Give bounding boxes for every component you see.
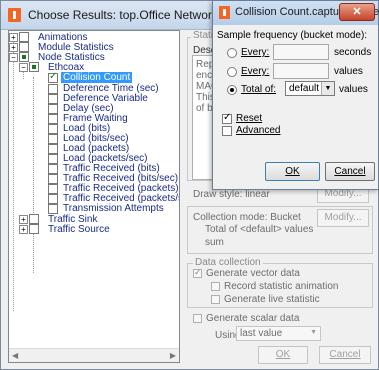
dialog-title-bar[interactable]: Collision Count.capture mode ✕ xyxy=(213,1,379,25)
statistics-tree[interactable]: + Animations + Module Statistics − Node … xyxy=(8,30,180,363)
checkbox-traffic-received-packets[interactable] xyxy=(48,184,58,194)
data-collection-title: Data collection xyxy=(193,257,263,268)
record-animation-label: Record statistic animation xyxy=(224,281,339,292)
dialog-ok-button[interactable]: OK xyxy=(265,162,320,181)
every-seconds-radio[interactable] xyxy=(227,48,237,58)
checkbox-collision-count[interactable] xyxy=(48,71,58,83)
checkbox-traffic-received-bits[interactable] xyxy=(48,164,58,174)
generate-scalar-checkbox[interactable] xyxy=(193,314,202,323)
tree-guide-line xyxy=(33,77,34,273)
checkbox-animations[interactable] xyxy=(19,32,29,42)
every-values-label: Every: xyxy=(241,66,270,77)
scroll-right-icon[interactable]: ▶ xyxy=(170,351,176,360)
every-seconds-input[interactable] xyxy=(273,44,329,60)
expand-toggle-traffic-source[interactable]: + xyxy=(19,225,28,234)
expand-toggle-animations[interactable]: + xyxy=(9,33,18,42)
sample-frequency-label: Sample frequency (bucket mode): xyxy=(217,30,368,41)
checkbox-ethcoax[interactable] xyxy=(29,62,39,72)
checkbox-load-packets-sec[interactable] xyxy=(48,154,58,164)
tree-horizontal-scrollbar[interactable]: ◀ ▶ xyxy=(9,348,179,362)
checkbox-node-statistics[interactable] xyxy=(19,52,29,62)
checkbox-traffic-received-packets-sec[interactable] xyxy=(48,194,58,204)
checkbox-load-packets[interactable] xyxy=(48,144,58,154)
using-select-value: last value xyxy=(240,328,283,339)
checkbox-load-bits-sec[interactable] xyxy=(48,134,58,144)
close-button[interactable]: ✕ xyxy=(339,3,375,21)
checkbox-traffic-sink[interactable] xyxy=(29,214,39,224)
checkbox-deference-variable[interactable] xyxy=(48,94,58,104)
reset-checkbox[interactable] xyxy=(222,112,232,124)
seconds-unit-label: seconds xyxy=(334,47,372,58)
app-icon xyxy=(219,6,230,19)
close-icon: ✕ xyxy=(352,6,362,18)
total-of-radio[interactable] xyxy=(227,85,237,95)
collapse-toggle-node-statistics[interactable]: − xyxy=(9,53,18,62)
using-select[interactable]: last value ▼ xyxy=(236,326,321,341)
collection-mode-modify-button[interactable]: Modify... xyxy=(317,209,369,227)
dialog-cancel-button[interactable]: Cancel xyxy=(325,162,375,181)
collection-mode-detail: Total of <default> values xyxy=(205,224,314,235)
collection-mode-text: Collection mode: Bucket xyxy=(193,212,301,223)
reset-label: Reset xyxy=(236,113,263,124)
checkbox-frame-waiting[interactable] xyxy=(48,114,58,124)
generate-vector-label: Generate vector data xyxy=(206,268,300,279)
total-of-select[interactable]: default ▼ xyxy=(285,81,335,96)
draw-style-text: Draw style: linear xyxy=(193,189,270,200)
checkbox-transmission-attempts[interactable] xyxy=(48,204,58,214)
total-of-label: Total of: xyxy=(241,84,277,95)
expand-toggle-traffic-sink[interactable]: + xyxy=(19,215,28,224)
main-ok-button[interactable]: OK xyxy=(258,346,308,364)
checkbox-traffic-received-bits-sec[interactable] xyxy=(48,174,58,184)
checkbox-deference-time[interactable] xyxy=(48,84,58,94)
scroll-left-icon[interactable]: ◀ xyxy=(12,351,18,360)
collection-mode-sum: sum xyxy=(205,237,224,248)
tree-item-collision-count[interactable]: Collision Count xyxy=(61,72,133,83)
record-animation-checkbox[interactable] xyxy=(211,282,220,291)
tree-item-traffic-source[interactable]: Traffic Source xyxy=(48,224,110,235)
app-icon xyxy=(8,8,21,22)
every-seconds-label: Every: xyxy=(241,47,270,58)
expand-toggle-module-statistics[interactable]: + xyxy=(9,43,18,52)
total-values-unit-label: values xyxy=(339,84,368,95)
checkbox-traffic-source[interactable] xyxy=(29,224,39,234)
collapse-toggle-ethcoax[interactable]: − xyxy=(19,63,28,72)
every-values-input[interactable] xyxy=(273,63,329,79)
values-unit-label: values xyxy=(334,66,363,77)
checkbox-delay[interactable] xyxy=(48,104,58,114)
chevron-down-icon: ▼ xyxy=(310,329,317,336)
tree-item-transmission-attempts[interactable]: Transmission Attempts xyxy=(63,203,164,214)
chevron-down-icon: ▼ xyxy=(321,82,334,95)
advanced-checkbox[interactable] xyxy=(222,126,232,136)
main-cancel-button[interactable]: Cancel xyxy=(319,346,371,364)
advanced-label: Advanced xyxy=(236,125,281,136)
total-of-select-value: default xyxy=(289,83,320,94)
generate-live-checkbox[interactable] xyxy=(211,295,220,304)
every-values-radio[interactable] xyxy=(227,67,237,77)
tree-guide-line xyxy=(13,41,14,311)
checkbox-module-statistics[interactable] xyxy=(19,42,29,52)
generate-scalar-label: Generate scalar data xyxy=(206,313,300,324)
generate-live-label: Generate live statistic xyxy=(224,294,320,305)
checkbox-load-bits[interactable] xyxy=(48,124,58,134)
generate-vector-checkbox[interactable] xyxy=(193,267,202,278)
capture-mode-dialog: Collision Count.capture mode ✕ Sample fr… xyxy=(212,0,379,190)
